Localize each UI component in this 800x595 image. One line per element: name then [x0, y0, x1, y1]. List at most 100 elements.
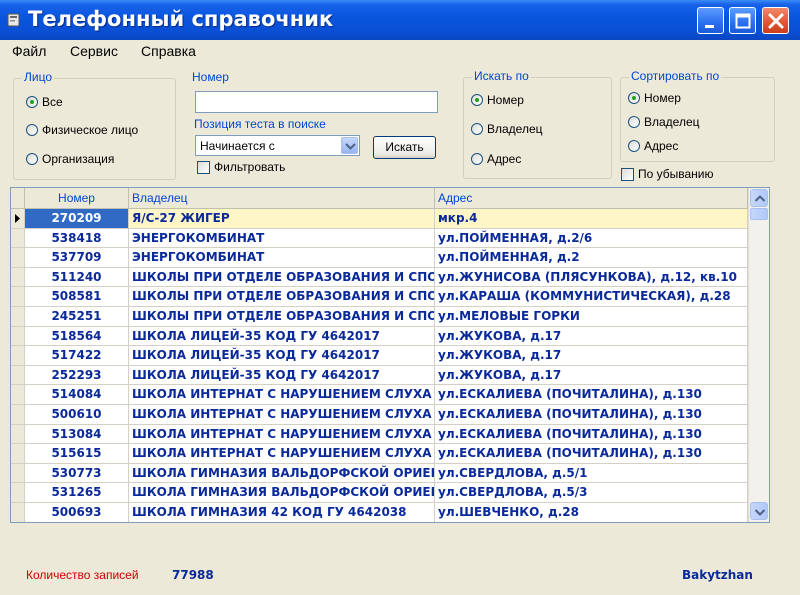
radio-indicator — [628, 140, 640, 152]
close-button[interactable] — [762, 7, 789, 34]
chevron-down-icon[interactable] — [341, 137, 358, 154]
scroll-down-button[interactable] — [750, 502, 768, 520]
cell-owner: ШКОЛА ЛИЦЕЙ-35 КОД ГУ 4642017 — [129, 326, 435, 347]
phone-book-icon — [7, 13, 20, 27]
cell-number: 515615 — [25, 444, 129, 464]
vertical-scrollbar[interactable] — [748, 188, 769, 522]
row-indicator — [11, 365, 25, 386]
cell-owner: ШКОЛА ГИМНАЗИЯ ВАЛЬДОРФСКОЙ ОРИЕНТАЦ — [129, 483, 435, 503]
face-radio-all[interactable]: Все — [26, 95, 63, 109]
table-row[interactable]: 531265ШКОЛА ГИМНАЗИЯ ВАЛЬДОРФСКОЙ ОРИЕНТ… — [11, 483, 748, 503]
search-by-address-radio[interactable]: Адрес — [471, 152, 521, 166]
radio-indicator — [471, 153, 483, 165]
scroll-up-button[interactable] — [750, 189, 768, 207]
table-row[interactable]: 252293 ШКОЛА ЛИЦЕЙ-35 КОД ГУ 4642017 ул.ЖУ… — [11, 365, 748, 386]
scroll-thumb[interactable] — [750, 208, 768, 220]
phone-directory-grid[interactable]: Номер Владелец Адрес 270209 Я/С-27 ЖИГЕР м… — [10, 187, 770, 523]
sort-by-address-radio[interactable]: Адрес — [628, 139, 678, 153]
cell-address: ул.ЖУКОВА, д.17 — [435, 365, 748, 386]
cell-number: 511240 — [25, 267, 129, 288]
cell-owner: Я/С-27 ЖИГЕР — [129, 209, 435, 229]
cell-number: 518564 — [25, 326, 129, 347]
table-row[interactable]: 270209 Я/С-27 ЖИГЕР мкр.4 — [11, 209, 748, 229]
table-row[interactable]: 500610 ШКОЛА ИНТЕРНАТ С НАРУШЕНИЕМ СЛУХА … — [11, 405, 748, 425]
cell-address: ул.ЖУКОВА, д.17 — [435, 346, 748, 366]
table-row[interactable]: 508581 ШКОЛЫ ПРИ ОТДЕЛЕ ОБРАЗОВАНИЯ И СПО… — [11, 287, 748, 307]
cell-number: 245251 — [25, 307, 129, 327]
window-title: Телефонный справочник — [28, 7, 334, 31]
search-by-number-radio[interactable]: Номер — [471, 93, 524, 107]
column-header-address[interactable]: Адрес — [435, 188, 748, 209]
row-indicator — [11, 463, 25, 484]
radio-indicator — [471, 123, 483, 135]
chevron-up-icon — [754, 195, 766, 202]
filter-checkbox[interactable]: Фильтровать — [197, 160, 285, 174]
descending-checkbox[interactable]: По убыванию — [621, 167, 714, 181]
table-row[interactable]: 511240 ШКОЛЫ ПРИ ОТДЕЛЕ ОБРАЗОВАНИЯ И СПО… — [11, 267, 748, 288]
cell-address: ул.ЕСКАЛИЕВА (ПОЧИТАЛИНА), д.130 — [435, 444, 748, 464]
radio-indicator — [26, 124, 38, 136]
menu-service[interactable]: Сервис — [70, 43, 118, 59]
position-select-value: Начинается с — [200, 139, 275, 153]
face-radio-organization-label: Организация — [42, 152, 115, 166]
minimize-button[interactable] — [697, 7, 724, 34]
menu-file[interactable]: Файл — [12, 43, 46, 59]
sort-by-owner-radio[interactable]: Владелец — [628, 115, 700, 129]
row-indicator — [11, 405, 25, 425]
table-row[interactable]: 514084 ШКОЛА ИНТЕРНАТ С НАРУШЕНИЕМ СЛУХА … — [11, 385, 748, 405]
search-button[interactable]: Искать — [373, 136, 436, 159]
position-select[interactable]: Начинается с — [195, 135, 360, 156]
cell-address: ул.КАРАША (КОММУНИСТИЧЕСКАЯ), д.28 — [435, 287, 748, 307]
row-indicator — [11, 267, 25, 288]
face-radio-individual-label: Физическое лицо — [42, 123, 139, 137]
column-header-owner[interactable]: Владелец — [129, 188, 435, 209]
checkbox-box — [621, 167, 634, 181]
table-row[interactable]: 517422 ШКОЛА ЛИЦЕЙ-35 КОД ГУ 4642017 ул.ЖУ… — [11, 346, 748, 366]
menu-help[interactable]: Справка — [141, 43, 196, 59]
cell-address: ул.ПОЙМЕННАЯ, д.2/6 — [435, 228, 748, 249]
cell-address: ул.ЖУКОВА, д.17 — [435, 326, 748, 347]
face-radio-individual[interactable]: Физическое лицо — [26, 123, 138, 137]
cell-number: 517422 — [25, 346, 129, 366]
chevron-down-icon — [754, 509, 766, 516]
sort-by-number-radio[interactable]: Номер — [628, 91, 681, 105]
cell-address: ул.ШЕВЧЕНКО, д.28 — [435, 503, 748, 522]
face-radio-organization[interactable]: Организация — [26, 152, 114, 166]
cell-number: 530773 — [25, 463, 129, 484]
record-count-value: 77988 — [172, 568, 214, 582]
row-indicator — [11, 326, 25, 347]
cell-owner: ШКОЛЫ ПРИ ОТДЕЛЕ ОБРАЗОВАНИЯ И СПОРТА — [129, 287, 435, 307]
cell-number: 538418 — [25, 228, 129, 249]
number-input[interactable] — [195, 91, 438, 113]
cell-owner: ШКОЛЫ ПРИ ОТДЕЛЕ ОБРАЗОВАНИЯ И СПОРТА — [129, 267, 435, 288]
sort-by-group-label: Сортировать по — [629, 69, 722, 83]
cell-address: ул.СВЕРДЛОВА, д.5/3 — [435, 483, 748, 503]
cell-owner: ЭНЕРГОКОМБИНАТ — [129, 248, 435, 268]
table-row[interactable]: 513084 ШКОЛА ИНТЕРНАТ С НАРУШЕНИЕМ СЛУХА … — [11, 424, 748, 445]
title-bar[interactable]: Телефонный справочник — [0, 0, 800, 40]
table-row[interactable]: 530773ШКОЛА ГИМНАЗИЯ ВАЛЬДОРФСКОЙ ОРИЕНТ… — [11, 463, 748, 484]
app-window: Телефонный справочник Файл Сервис Справк… — [0, 0, 800, 595]
cell-owner: ШКОЛА ИНТЕРНАТ С НАРУШЕНИЕМ СЛУХА И РЕ — [129, 444, 435, 464]
table-row[interactable]: 515615 ШКОЛА ИНТЕРНАТ С НАРУШЕНИЕМ СЛУХА … — [11, 444, 748, 464]
maximize-button[interactable] — [729, 7, 756, 34]
table-row[interactable]: 500693 ШКОЛА ГИМНАЗИЯ 42 КОД ГУ 4642038 ул… — [11, 503, 748, 522]
sort-by-address-label: Адрес — [644, 139, 679, 153]
table-row[interactable]: 245251 ШКОЛЫ ПРИ ОТДЕЛЕ ОБРАЗОВАНИЯ И СПО… — [11, 307, 748, 327]
cell-owner: ШКОЛА ИНТЕРНАТ С НАРУШЕНИЕМ СЛУХА И РЕ — [129, 424, 435, 445]
row-indicator — [11, 228, 25, 249]
table-row[interactable]: 537709 ЭНЕРГОКОМБИНАТ ул.ПОЙМЕННАЯ, д.2 — [11, 248, 748, 268]
cell-owner: ШКОЛА ИНТЕРНАТ С НАРУШЕНИЕМ СЛУХА И РЕ — [129, 405, 435, 425]
descending-checkbox-label: По убыванию — [638, 167, 714, 181]
search-by-owner-radio[interactable]: Владелец — [471, 122, 543, 136]
checkbox-box — [197, 160, 210, 174]
face-group-label: Лицо — [22, 70, 54, 84]
cell-owner: ЭНЕРГОКОМБИНАТ — [129, 228, 435, 249]
cell-number: 500610 — [25, 405, 129, 425]
filter-checkbox-label: Фильтровать — [214, 160, 286, 174]
cell-address: ул.ЕСКАЛИЕВА (ПОЧИТАЛИНА), д.130 — [435, 424, 748, 445]
column-header-number[interactable]: Номер — [25, 188, 129, 209]
cell-owner: ШКОЛА ГИМНАЗИЯ ВАЛЬДОРФСКОЙ ОРИЕНТАЦ — [129, 463, 435, 484]
table-row[interactable]: 518564 ШКОЛА ЛИЦЕЙ-35 КОД ГУ 4642017 ул.ЖУ… — [11, 326, 748, 347]
table-row[interactable]: 538418 ЭНЕРГОКОМБИНАТ ул.ПОЙМЕННАЯ, д.2/6 — [11, 228, 748, 249]
